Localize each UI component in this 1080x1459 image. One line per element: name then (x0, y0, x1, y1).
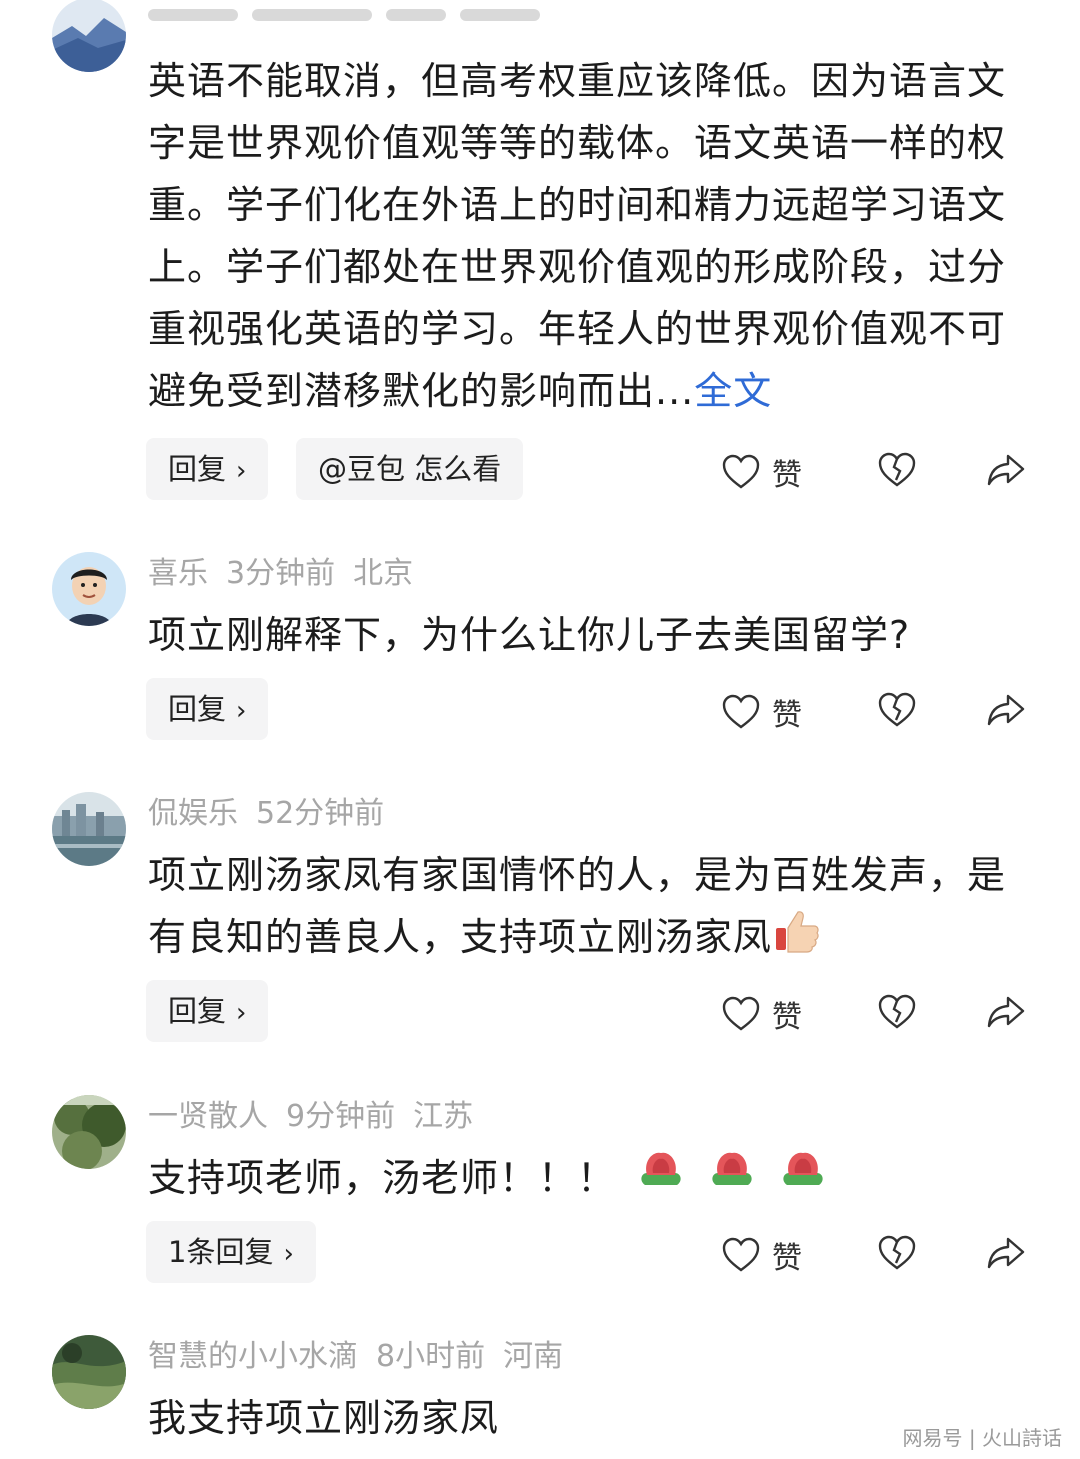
view-replies-button[interactable]: 1条回复 › (146, 1221, 316, 1283)
heart-icon (722, 694, 760, 730)
full-text-link[interactable]: 全文 (694, 369, 772, 413)
avatar[interactable] (52, 792, 126, 866)
reply-button[interactable]: 回复 › (146, 678, 269, 740)
avatar-image (52, 552, 126, 626)
avatar[interactable] (52, 552, 126, 626)
comment-meta: 侃娱乐 52分钟前 (148, 794, 402, 834)
avatar-image (52, 792, 126, 866)
rose-emoji (777, 1147, 829, 1199)
chevron-right-icon: › (236, 456, 247, 486)
avatar-image (52, 1095, 126, 1169)
timestamp: 9分钟前 (286, 1099, 396, 1134)
username[interactable]: 侃娱乐 (148, 796, 238, 831)
like-label: 赞 (772, 698, 802, 733)
reply-button[interactable]: 回复 › (146, 980, 269, 1042)
like-button[interactable]: 赞 (722, 450, 802, 494)
heart-icon (722, 454, 760, 490)
timestamp: 3分钟前 (226, 556, 336, 591)
dislike-heart-icon (878, 452, 916, 488)
avatar[interactable] (52, 0, 126, 72)
rose-emoji (706, 1147, 758, 1199)
comment-text: 英语不能取消，但高考权重应该降低。因为语言文字是世界观价值观等等的载体。语文英语… (148, 59, 1007, 413)
share-button[interactable] (986, 692, 1026, 728)
dislike-button[interactable] (878, 452, 916, 488)
chevron-right-icon: › (236, 696, 247, 726)
share-button[interactable] (986, 994, 1026, 1030)
like-label: 赞 (772, 458, 802, 493)
like-button[interactable]: 赞 (722, 992, 802, 1036)
timestamp: 8小时前 (376, 1339, 486, 1374)
dislike-heart-icon (878, 1235, 916, 1271)
like-button[interactable]: 赞 (722, 1233, 802, 1277)
heart-icon (722, 996, 760, 1032)
comment-meta: 喜乐 3分钟前 北京 (148, 554, 431, 594)
username-cutoff (148, 6, 618, 24)
location: 江苏 (413, 1099, 474, 1134)
location: 河南 (503, 1339, 564, 1374)
username[interactable]: 喜乐 (148, 556, 208, 591)
share-button[interactable] (986, 452, 1026, 488)
like-label: 赞 (772, 1000, 802, 1035)
comment-meta: 一贤散人 9分钟前 江苏 (148, 1097, 491, 1137)
username[interactable]: 智慧的小小水滴 (148, 1339, 358, 1374)
ask-doubao-button[interactable]: @豆包 怎么看 (296, 438, 524, 500)
thumbs-up-emoji (772, 906, 822, 956)
comment-text: 我支持项立刚汤家凤 (148, 1396, 500, 1440)
comment-text: 项立刚解释下，为什么让你儿子去美国留学? (148, 613, 911, 657)
username[interactable]: 一贤散人 (148, 1099, 268, 1134)
share-arrow-icon (986, 1235, 1026, 1271)
location: 北京 (353, 556, 414, 591)
timestamp: 52分钟前 (256, 796, 385, 831)
share-button[interactable] (986, 1235, 1026, 1271)
dislike-button[interactable] (878, 1235, 916, 1271)
avatar-image (52, 1335, 126, 1409)
avatar[interactable] (52, 1335, 126, 1409)
like-button[interactable]: 赞 (722, 690, 802, 734)
dislike-heart-icon (878, 994, 916, 1030)
chevron-right-icon: › (236, 998, 247, 1028)
share-arrow-icon (986, 692, 1026, 728)
watermark: 网易号 | 火山詩话 (902, 1426, 1062, 1450)
comment-meta: 智慧的小小水滴 8小时前 河南 (148, 1337, 581, 1377)
comment-text: 支持项老师，汤老师！！！ (148, 1147, 1028, 1209)
chevron-right-icon: › (283, 1239, 294, 1269)
dislike-button[interactable] (878, 994, 916, 1030)
reply-button[interactable]: 回复 › (146, 438, 269, 500)
avatar[interactable] (52, 1095, 126, 1169)
dislike-heart-icon (878, 692, 916, 728)
like-label: 赞 (772, 1241, 802, 1276)
dislike-button[interactable] (878, 692, 916, 728)
comment-text: 项立刚汤家凤有家国情怀的人，是为百姓发声，是有良知的善良人，支持项立刚汤家凤 (148, 853, 1007, 959)
avatar-image (52, 0, 126, 72)
share-arrow-icon (986, 452, 1026, 488)
rose-emoji (635, 1147, 687, 1199)
share-arrow-icon (986, 994, 1026, 1030)
heart-icon (722, 1237, 760, 1273)
